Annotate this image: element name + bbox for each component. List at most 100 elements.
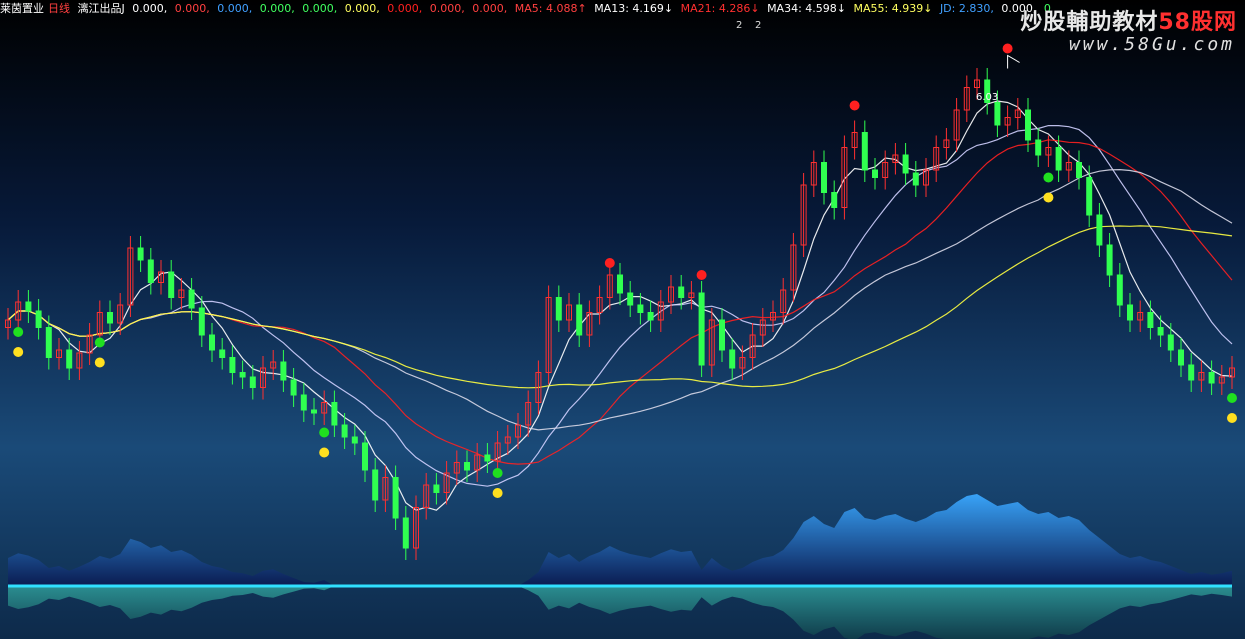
- candle-body: [372, 469, 379, 501]
- peak-price-label: 6.03: [976, 92, 999, 103]
- candle-body: [25, 301, 32, 312]
- value-4: 0.000,: [259, 2, 295, 15]
- candle-body: [402, 517, 409, 549]
- candle-body: [1178, 349, 1184, 366]
- candle-body: [1086, 177, 1093, 216]
- candle-body: [249, 376, 256, 388]
- candle-body: [392, 477, 399, 519]
- value-3: 0.000,: [217, 2, 253, 15]
- candle-body: [198, 307, 205, 336]
- candle-body: [362, 442, 368, 471]
- ma21-readout: MA21: 4.286↓: [680, 2, 760, 15]
- value-9: 0.000,: [472, 2, 508, 15]
- watermark-url: www.58Gu.com: [1068, 34, 1235, 55]
- watermark-brand: 58股网: [1158, 10, 1237, 35]
- candle-body: [290, 379, 297, 396]
- candle-body: [209, 334, 215, 351]
- sell-signal-dot: [604, 258, 615, 268]
- candle-body: [351, 436, 358, 444]
- candle-body: [902, 154, 909, 174]
- sub-mark-1: 2: [736, 20, 743, 31]
- candle-body: [229, 357, 236, 373]
- candle-body: [35, 310, 42, 328]
- candle-body: [1055, 147, 1062, 171]
- sell-signal-dot: [1002, 43, 1013, 54]
- candle-body: [219, 349, 226, 358]
- candle-body: [821, 162, 827, 193]
- sell-signal-dot: [696, 270, 707, 280]
- candle-body: [627, 292, 634, 306]
- candle-body: [617, 274, 623, 294]
- confirm-signal-dot: [1227, 413, 1237, 423]
- candle-body: [729, 349, 736, 369]
- candle-body: [66, 349, 73, 369]
- candle-body: [678, 286, 685, 298]
- candle-body: [872, 169, 878, 178]
- confirm-signal-dot: [1043, 192, 1054, 203]
- buy-signal-dot: [13, 327, 24, 337]
- confirm-signal-dot: [492, 488, 503, 498]
- period-label[interactable]: 日线: [48, 2, 70, 15]
- ma55-readout: MA55: 4.939↓: [853, 2, 933, 15]
- candle-body: [239, 372, 246, 378]
- candle-body: [698, 292, 705, 366]
- buy-signal-dot: [492, 468, 503, 478]
- buy-signal-dot: [1043, 172, 1054, 183]
- candle-body: [647, 312, 654, 321]
- candle-body: [147, 259, 154, 283]
- candle-body: [1076, 162, 1082, 178]
- indicator-name: 漓江出品J: [77, 2, 125, 15]
- confirm-signal-dot: [319, 447, 330, 458]
- candle-body: [1035, 139, 1042, 156]
- value-7: 0.000,: [387, 2, 423, 15]
- candle-body: [464, 462, 470, 471]
- candle-body: [137, 247, 144, 261]
- candle-body: [1157, 327, 1164, 336]
- buy-signal-dot: [319, 427, 330, 438]
- stock-name[interactable]: 莱茵置业: [0, 2, 44, 15]
- candle-body: [1025, 109, 1031, 141]
- candle-body: [831, 192, 838, 208]
- candle-body: [45, 327, 52, 358]
- candle-body: [1147, 312, 1154, 328]
- value-2: 0.000,: [174, 2, 210, 15]
- candle-body: [555, 297, 562, 321]
- candle-body: [1188, 364, 1195, 381]
- candle-body: [861, 132, 868, 171]
- candle: [698, 281, 705, 377]
- value-5: 0.000,: [302, 2, 338, 15]
- candle-body: [1096, 214, 1103, 246]
- ma13-readout: MA13: 4.169↓: [594, 2, 674, 15]
- sell-signal-dot: [849, 100, 860, 111]
- candle-body: [280, 361, 287, 381]
- candle-body: [484, 454, 491, 462]
- buy-signal-dot: [94, 337, 105, 348]
- sub-mark-2: 2: [755, 20, 762, 31]
- jd-readout: JD: 2.830,: [939, 2, 994, 15]
- candle-body: [168, 271, 175, 298]
- candle-body: [994, 102, 1001, 126]
- candle-body: [1106, 244, 1113, 276]
- candle-body: [637, 304, 644, 313]
- candle-body: [1127, 304, 1133, 321]
- confirm-signal-dot: [94, 357, 105, 368]
- candlestick-chart[interactable]: [0, 0, 1245, 639]
- chart-stage: 莱茵置业 日线 漓江出品J 0.000, 0.000, 0.000, 0.000,…: [0, 0, 1245, 639]
- candle-body: [912, 172, 919, 186]
- ma34-readout: MA34: 4.598↓: [767, 2, 846, 15]
- value-1: 0.000,: [132, 2, 168, 15]
- candle-body: [719, 319, 725, 351]
- candle-body: [107, 312, 113, 324]
- value-6: 0.000,: [344, 2, 380, 15]
- candle-body: [1208, 372, 1215, 384]
- candle-body: [1116, 274, 1123, 306]
- buy-signal-dot: [1227, 393, 1237, 403]
- value-8: 0.000,: [429, 2, 465, 15]
- candle-body: [311, 409, 317, 414]
- candle-body: [300, 394, 307, 411]
- ma5-readout: MA5: 4.088↑: [514, 2, 587, 15]
- watermark-title: 炒股輔助教材58股网: [1020, 4, 1237, 36]
- candle-body: [1167, 334, 1174, 351]
- watermark-text: 炒股輔助教材: [1020, 10, 1159, 35]
- confirm-signal-dot: [13, 347, 24, 357]
